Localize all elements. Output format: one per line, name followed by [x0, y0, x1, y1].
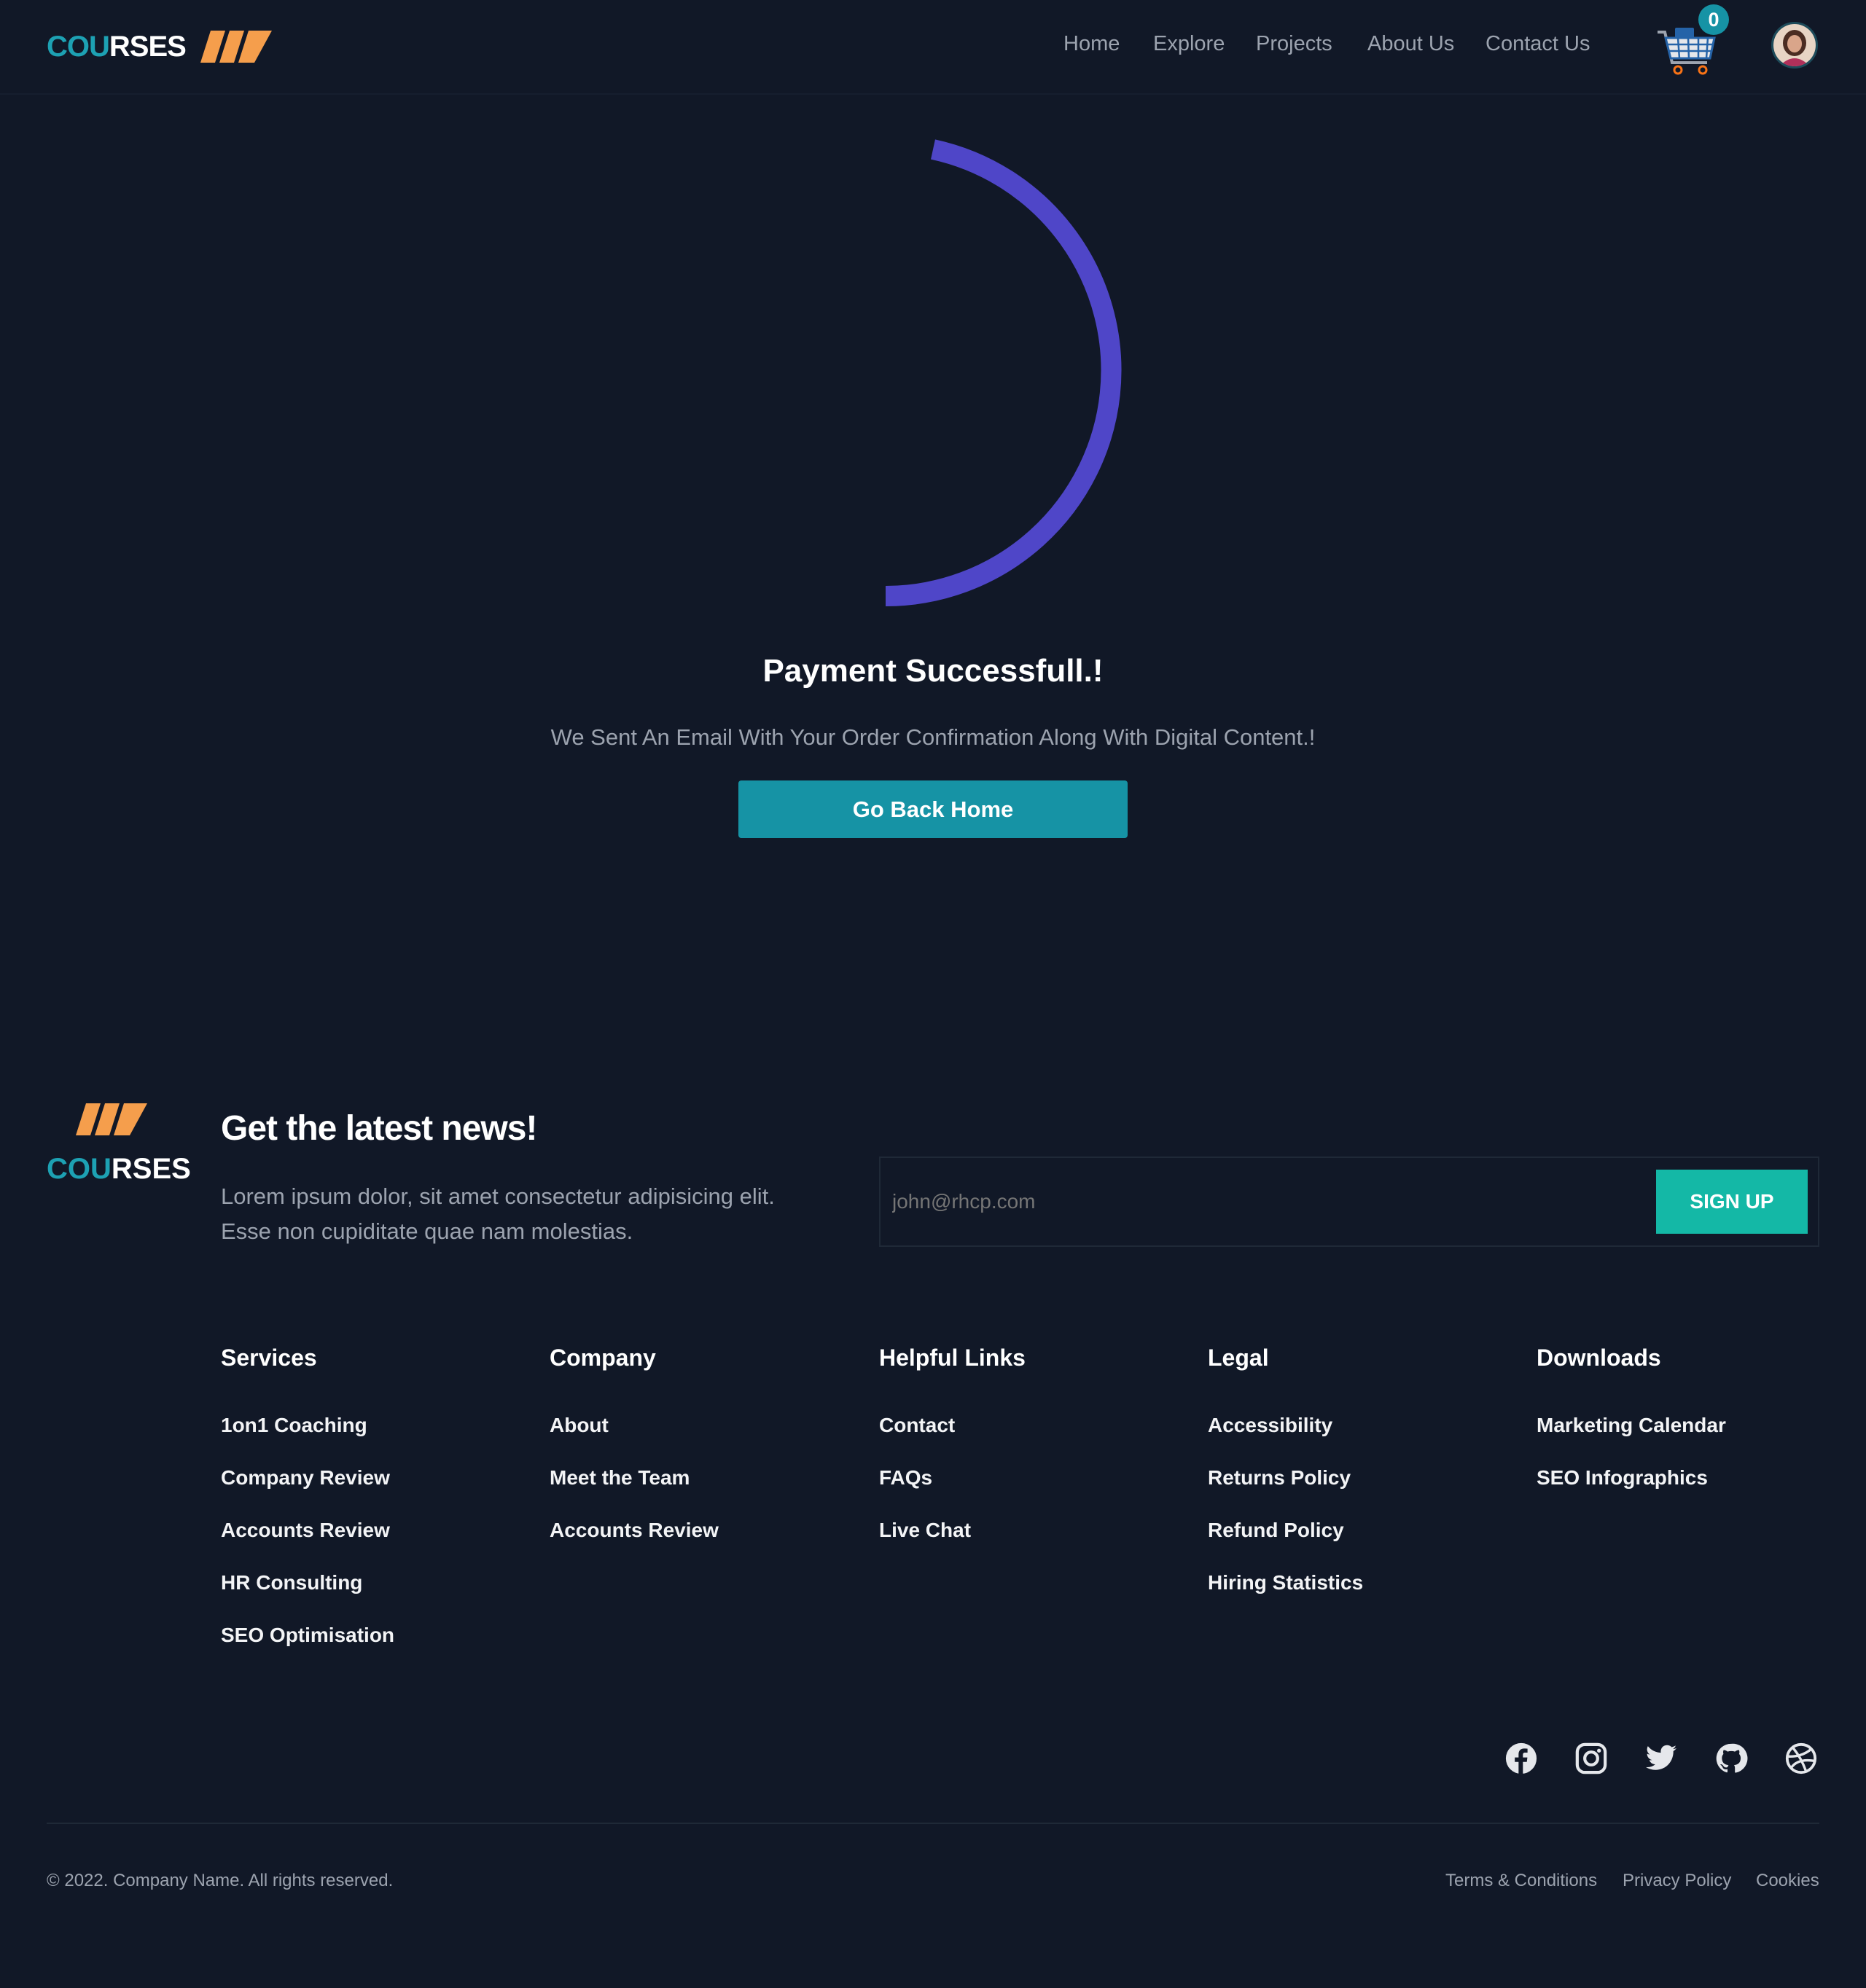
nav-home[interactable]: Home	[1063, 32, 1120, 61]
github-icon[interactable]	[1714, 1742, 1748, 1775]
footer-link[interactable]: Refund Policy	[1208, 1519, 1344, 1542]
cookies-link[interactable]: Cookies	[1756, 1871, 1819, 1891]
footer-heading-legal: Legal	[1208, 1345, 1269, 1371]
footer-link[interactable]: Accounts Review	[550, 1519, 719, 1542]
instagram-icon[interactable]	[1574, 1742, 1608, 1775]
footer-link[interactable]: Live Chat	[879, 1519, 971, 1542]
brand-stripes-icon	[200, 31, 272, 63]
brand-logo[interactable]: COURSES	[47, 26, 272, 67]
footer-brand-wordmark[interactable]: COURSES	[47, 1153, 191, 1186]
footer-link[interactable]: Returns Policy	[1208, 1466, 1351, 1490]
loading-spinner-arc	[885, 139, 1122, 606]
footer-heading-company: Company	[550, 1345, 656, 1371]
footer-link[interactable]: Hiring Statistics	[1208, 1571, 1363, 1594]
footer-divider	[47, 1823, 1819, 1824]
footer-link[interactable]: About	[550, 1414, 609, 1437]
footer-link[interactable]: 1on1 Coaching	[221, 1414, 367, 1437]
twitter-icon[interactable]	[1644, 1742, 1678, 1775]
footer-heading-services: Services	[221, 1345, 317, 1371]
email-input[interactable]	[892, 1159, 1636, 1244]
cart-count-badge: 0	[1698, 4, 1729, 35]
newsletter-form: SIGN UP	[879, 1157, 1819, 1247]
footer-link[interactable]: Meet the Team	[550, 1466, 690, 1490]
nav-projects[interactable]: Projects	[1256, 32, 1332, 61]
nav-contact-us[interactable]: Contact Us	[1486, 32, 1590, 61]
user-avatar[interactable]	[1771, 22, 1818, 69]
footer-link[interactable]: SEO Optimisation	[221, 1624, 394, 1647]
privacy-link[interactable]: Privacy Policy	[1623, 1871, 1731, 1891]
footer-link[interactable]: Accessibility	[1208, 1414, 1332, 1437]
footer-link[interactable]: Company Review	[221, 1466, 390, 1490]
footer-brand-stripes-icon	[76, 1103, 147, 1135]
footer-link[interactable]: Contact	[879, 1414, 955, 1437]
footer-link[interactable]: SEO Infographics	[1537, 1466, 1708, 1490]
footer-heading-downloads: Downloads	[1537, 1345, 1661, 1371]
footer-link[interactable]: Marketing Calendar	[1537, 1414, 1726, 1437]
newsletter-description: Lorem ipsum dolor, sit amet consectetur …	[221, 1183, 775, 1244]
brand-wordmark: COURSES	[47, 30, 187, 63]
nav-explore[interactable]: Explore	[1153, 32, 1225, 61]
footer-link[interactable]: HR Consulting	[221, 1571, 362, 1594]
dribbble-icon[interactable]	[1784, 1742, 1818, 1775]
confirmation-message: We Sent An Email With Your Order Confirm…	[550, 724, 1316, 750]
site-header: COURSES Home Explore Projects About Us C…	[0, 0, 1866, 95]
newsletter-title: Get the latest news!	[221, 1109, 537, 1148]
payment-success-title: Payment Successfull.!	[762, 653, 1104, 689]
facebook-icon[interactable]	[1504, 1742, 1538, 1775]
copyright-text: © 2022. Company Name. All rights reserve…	[47, 1871, 394, 1890]
sign-up-button[interactable]: SIGN UP	[1656, 1170, 1808, 1234]
terms-link[interactable]: Terms & Conditions	[1445, 1871, 1597, 1891]
footer-link[interactable]: Accounts Review	[221, 1519, 390, 1542]
go-back-home-button[interactable]: Go Back Home	[738, 780, 1128, 838]
footer-heading-helpful-links: Helpful Links	[879, 1345, 1026, 1371]
footer-link[interactable]: FAQs	[879, 1466, 932, 1490]
nav-about-us[interactable]: About Us	[1367, 32, 1454, 61]
